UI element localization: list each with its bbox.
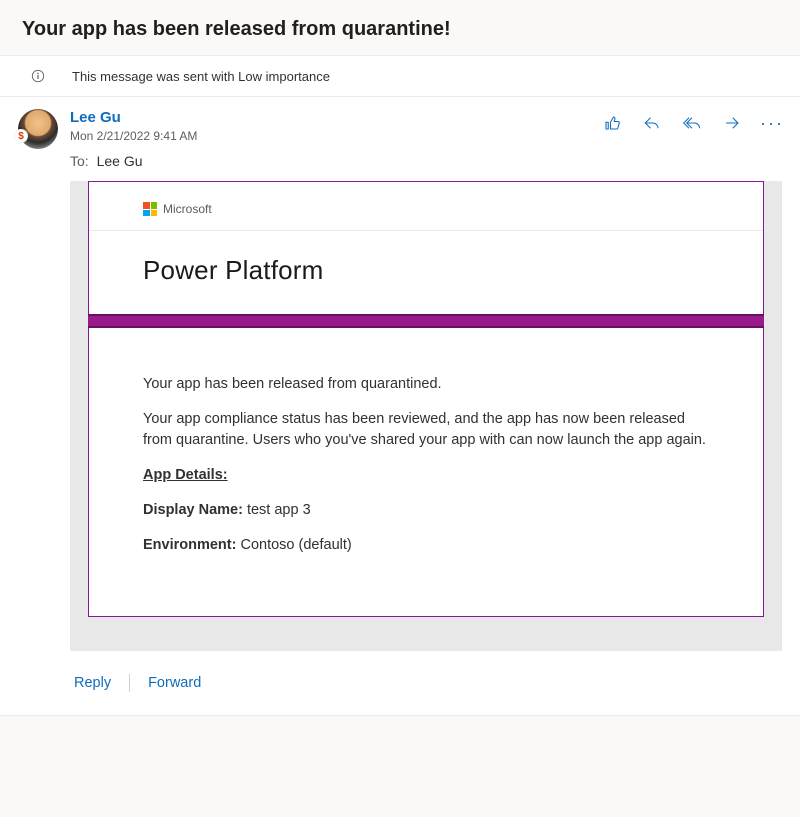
- display-name-label: Display Name:: [143, 502, 243, 518]
- recipient-line: To: Lee Gu: [70, 153, 602, 169]
- display-name-value: test app 3: [247, 502, 311, 518]
- detail-environment: Environment: Contoso (default): [143, 535, 709, 556]
- environment-value: Contoso (default): [240, 537, 351, 553]
- product-title: Power Platform: [89, 231, 763, 314]
- message-body-container: Microsoft Power Platform Your app has be…: [70, 181, 782, 651]
- message-card: $ Lee Gu Mon 2/21/2022 9:41 AM To: Lee G…: [0, 97, 800, 716]
- to-value: Lee Gu: [97, 153, 143, 169]
- sender-meta: Lee Gu Mon 2/21/2022 9:41 AM To: Lee Gu: [70, 109, 602, 169]
- accent-band: [88, 314, 764, 328]
- microsoft-brand-text: Microsoft: [163, 202, 212, 216]
- body-line-2: Your app compliance status has been revi…: [143, 409, 709, 451]
- more-actions-button[interactable]: ···: [762, 113, 782, 133]
- message-actions: ···: [602, 109, 782, 133]
- email-body-text: Your app has been released from quaranti…: [89, 328, 763, 616]
- like-button[interactable]: [602, 113, 622, 133]
- microsoft-logo-icon: [143, 202, 157, 216]
- email-content-frame: Microsoft Power Platform Your app has be…: [88, 181, 764, 617]
- message-header: $ Lee Gu Mon 2/21/2022 9:41 AM To: Lee G…: [18, 109, 782, 169]
- forward-button[interactable]: [722, 113, 742, 133]
- reply-button[interactable]: [642, 113, 662, 133]
- body-line-1: Your app has been released from quaranti…: [143, 374, 709, 395]
- brand-row: Microsoft: [89, 182, 763, 231]
- app-details-header: App Details:: [143, 465, 709, 486]
- environment-label: Environment:: [143, 537, 236, 553]
- sender-avatar[interactable]: $: [18, 109, 58, 149]
- footer-forward-link[interactable]: Forward: [144, 673, 205, 693]
- reply-all-button[interactable]: [682, 113, 702, 133]
- sender-name[interactable]: Lee Gu: [70, 109, 602, 127]
- email-subject: Your app has been released from quaranti…: [0, 0, 800, 55]
- importance-text: This message was sent with Low importanc…: [72, 69, 330, 84]
- sent-timestamp: Mon 2/21/2022 9:41 AM: [70, 129, 602, 143]
- detail-display-name: Display Name: test app 3: [143, 500, 709, 521]
- presence-badge-icon: $: [14, 129, 28, 143]
- footer-actions: Reply Forward: [70, 673, 782, 693]
- footer-separator: [129, 674, 130, 692]
- info-icon: [30, 68, 46, 84]
- importance-banner: This message was sent with Low importanc…: [0, 55, 800, 97]
- footer-reply-link[interactable]: Reply: [70, 673, 115, 693]
- to-label: To:: [70, 153, 89, 169]
